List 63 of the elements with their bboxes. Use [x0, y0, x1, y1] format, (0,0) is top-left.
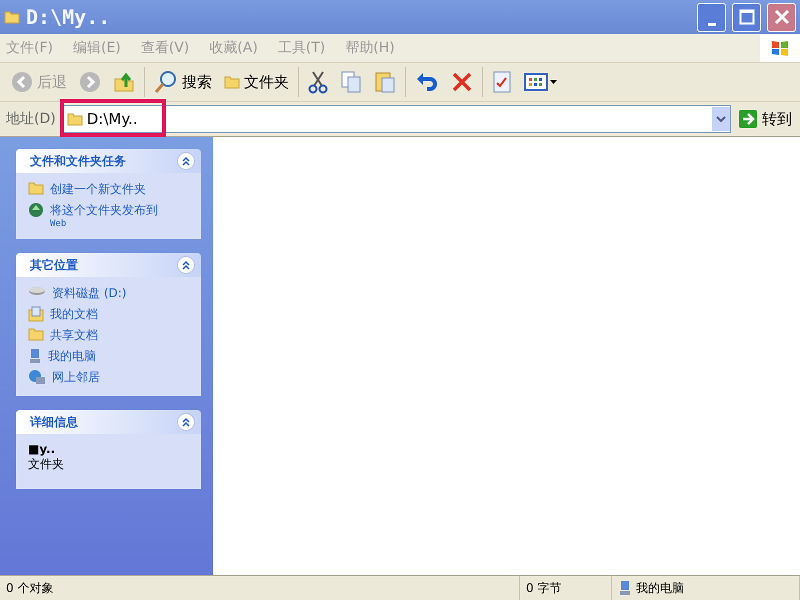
folder-icon [224, 75, 240, 89]
panel-title: 其它位置 [30, 256, 79, 274]
menu-item[interactable]: 收藏(A) [209, 39, 258, 57]
panel-link[interactable]: 我的文档 [28, 306, 191, 323]
double-chevron-up-icon [181, 260, 191, 270]
scissors-icon [308, 70, 328, 94]
folders-button[interactable]: 文件夹 [221, 66, 292, 98]
address-label: 地址(D) [6, 110, 56, 128]
panel-link[interactable]: 将这个文件夹发布到 Web [28, 202, 191, 229]
item-type: 文件夹 [28, 456, 65, 473]
maximize-icon [738, 9, 754, 25]
folder-up-icon [113, 71, 135, 93]
dropdown-button[interactable] [712, 107, 730, 131]
double-chevron-up-icon [181, 417, 191, 427]
clipboard-icon [374, 70, 396, 94]
close-button[interactable] [767, 2, 796, 32]
panel-title: 文件和文件夹任务 [30, 152, 127, 170]
folder-icon [28, 181, 44, 195]
address-field[interactable]: D:\My.. [62, 105, 731, 133]
maximize-button[interactable] [732, 2, 761, 32]
computer-icon [618, 580, 632, 596]
collapse-button[interactable] [177, 152, 195, 170]
collapse-button[interactable] [177, 256, 195, 274]
globe-icon [28, 202, 44, 218]
status-text: 我的电脑 [636, 580, 684, 596]
copy-icon [340, 70, 362, 94]
double-chevron-up-icon [181, 156, 191, 166]
folder-icon [28, 327, 44, 341]
go-button[interactable]: 转到 [737, 110, 794, 128]
network-computer-icon [28, 369, 46, 385]
panel-title: 详细信息 [30, 414, 79, 430]
search-icon [154, 70, 178, 94]
computer-icon [28, 348, 42, 364]
collapse-button[interactable] [177, 413, 195, 431]
folder-icon [66, 112, 83, 126]
menu-item[interactable]: 查看(V) [140, 39, 190, 57]
grid-view-icon [524, 71, 558, 93]
menu-item[interactable]: 帮助(H) [345, 39, 395, 57]
minimize-icon [708, 22, 716, 26]
search-button[interactable]: 搜索 [151, 66, 215, 98]
windows-logo [760, 34, 800, 62]
undo-icon [415, 71, 439, 93]
item-name: ■y.. [28, 442, 56, 456]
panel-link[interactable]: 创建一个新文件夹 [28, 181, 191, 198]
folder-icon [4, 10, 20, 24]
menu-item[interactable]: 文件(F) [6, 39, 53, 57]
menu-item[interactable]: 工具(T) [278, 39, 326, 57]
checked-page-icon [492, 70, 512, 94]
window-title: D:\My.. [26, 5, 112, 29]
menu-item[interactable]: 编辑(E) [72, 39, 121, 57]
arrow-icon [739, 110, 757, 128]
document-folder-icon [28, 306, 44, 322]
close-icon [774, 9, 790, 25]
panel-link[interactable]: 我的电脑 [28, 348, 191, 365]
status-text: 0 字节 [526, 580, 562, 596]
panel-link[interactable]: 资料磁盘 (D:) [28, 285, 191, 302]
status-text: 0 个对象 [6, 580, 54, 596]
minimize-button[interactable] [697, 2, 726, 32]
panel-link[interactable]: 共享文档 [28, 327, 191, 344]
panel-link[interactable]: 网上邻居 [28, 369, 191, 386]
drive-icon [28, 285, 46, 297]
chevron-down-icon [716, 115, 726, 123]
close-icon [451, 71, 473, 93]
